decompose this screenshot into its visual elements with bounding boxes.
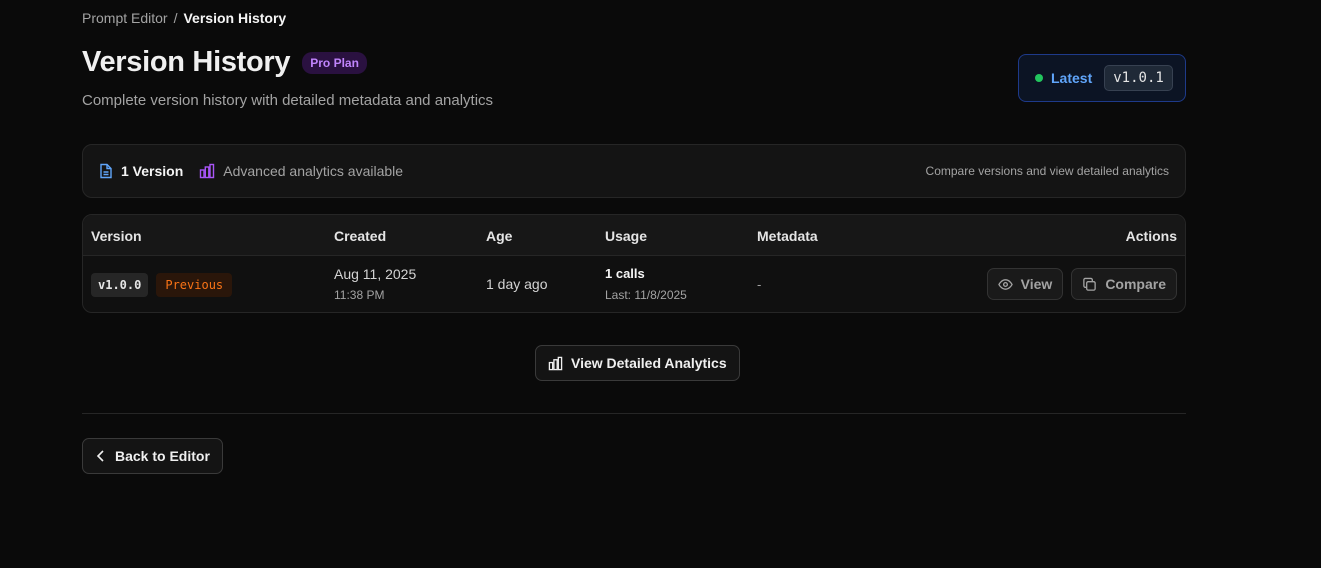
page-subtitle: Complete version history with detailed m… — [82, 92, 494, 109]
copy-icon — [1082, 277, 1097, 292]
version-cell: v1.0.0 Previous — [91, 273, 233, 297]
analytics-button-label: View Detailed Analytics — [571, 355, 727, 371]
eye-icon — [997, 277, 1013, 292]
version-table: Version Created Age Usage Metadata Actio… — [82, 214, 1186, 313]
created-time: 11:38 PM — [334, 288, 385, 302]
age-cell: 1 day ago — [486, 276, 548, 292]
plan-badge: Pro Plan — [302, 51, 367, 74]
created-date: Aug 11, 2025 — [334, 266, 417, 282]
table-row: v1.0.0 Previous Aug 11, 2025 11:38 PM 1 … — [83, 256, 1185, 312]
view-detailed-analytics-button[interactable]: View Detailed Analytics — [535, 345, 740, 381]
column-header-age: Age — [486, 228, 513, 244]
latest-version-badge: v1.0.1 — [1104, 65, 1173, 91]
title-row: Version History Pro Plan — [82, 46, 367, 79]
back-button-label: Back to Editor — [115, 448, 210, 464]
document-icon — [99, 163, 113, 179]
chevron-left-icon — [95, 449, 107, 463]
compare-button[interactable]: Compare — [1071, 268, 1177, 300]
summary-bar: 1 Version Advanced analytics available C… — [82, 144, 1186, 198]
version-count-label: 1 Version — [121, 163, 184, 179]
bar-chart-icon — [548, 356, 563, 371]
actions-cell: View Compare — [986, 268, 1177, 300]
view-button-label: View — [1020, 276, 1053, 292]
status-dot-icon — [1035, 74, 1043, 82]
created-cell: Aug 11, 2025 11:38 PM — [334, 266, 416, 302]
page-title: Version History — [82, 46, 291, 78]
column-header-usage: Usage — [605, 228, 648, 244]
breadcrumb: Prompt Editor / Version History — [82, 10, 286, 26]
latest-label: Latest — [1051, 70, 1093, 86]
version-count: 1 Version — [99, 163, 183, 179]
analytics-availability: Advanced analytics available — [199, 163, 403, 179]
column-header-created: Created — [334, 228, 387, 244]
column-header-metadata: Metadata — [757, 228, 818, 244]
table-header: Version Created Age Usage Metadata Actio… — [83, 215, 1185, 256]
view-button[interactable]: View — [986, 268, 1064, 300]
previous-badge: Previous — [156, 273, 233, 297]
metadata-cell: - — [757, 277, 762, 292]
breadcrumb-separator: / — [173, 10, 178, 26]
breadcrumb-link-prompt-editor[interactable]: Prompt Editor — [82, 10, 168, 26]
latest-version-indicator: Latest v1.0.1 — [1018, 54, 1186, 102]
breadcrumb-current: Version History — [183, 10, 287, 26]
bar-chart-icon — [199, 163, 215, 179]
summary-hint: Compare versions and view detailed analy… — [925, 164, 1169, 178]
usage-cell: 1 calls Last: 11/8/2025 — [605, 266, 687, 302]
divider — [82, 413, 1186, 414]
version-tag: v1.0.0 — [91, 273, 149, 297]
analytics-availability-label: Advanced analytics available — [223, 163, 404, 179]
back-to-editor-button[interactable]: Back to Editor — [82, 438, 223, 474]
usage-calls: 1 calls — [605, 266, 645, 281]
column-header-version: Version — [91, 228, 142, 244]
column-header-actions: Actions — [1125, 228, 1177, 244]
usage-last-used: Last: 11/8/2025 — [605, 288, 687, 302]
compare-button-label: Compare — [1105, 276, 1166, 292]
